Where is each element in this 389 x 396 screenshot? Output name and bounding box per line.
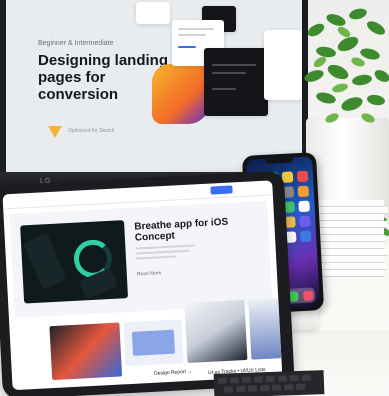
keyboard-key xyxy=(277,375,287,382)
design-report-caption[interactable]: Design Report → xyxy=(154,369,193,377)
description-line xyxy=(135,249,190,255)
keyboard-key xyxy=(224,386,234,393)
phone-notch xyxy=(265,157,294,164)
keyboard-key xyxy=(289,374,299,382)
plant-foliage xyxy=(304,8,389,123)
app-icon xyxy=(296,170,309,183)
mockup-text-line xyxy=(212,88,236,90)
breathe-app-artwork xyxy=(20,220,129,304)
tablet-keyboard xyxy=(213,370,325,396)
app-icon xyxy=(299,230,312,243)
course-level-label: Beginner & Intermediate xyxy=(38,40,114,47)
sketch-caption: Optimized for Sketch xyxy=(68,128,115,134)
keyboard-key xyxy=(272,384,282,391)
gallery-thumbnail[interactable] xyxy=(123,319,184,367)
app-icon xyxy=(297,185,310,198)
gallery-thumbnail[interactable] xyxy=(184,299,248,364)
app-icon xyxy=(299,215,311,228)
keyboard-key xyxy=(241,376,251,383)
phone-mockup-shape xyxy=(23,233,67,290)
tablet-screen: Breathe app for iOS Concept Read More De… xyxy=(2,180,283,391)
keyboard-key xyxy=(229,377,239,384)
app-icon xyxy=(298,200,310,213)
keyboard-key xyxy=(260,384,270,392)
music-app-icon xyxy=(302,290,314,301)
gallery-thumbnail[interactable] xyxy=(248,298,282,360)
mockup-card-top xyxy=(136,2,170,24)
gallery-thumbnail[interactable] xyxy=(49,322,123,381)
keyboard-key xyxy=(265,375,275,383)
monitor-screen: Beginner & Intermediate Designing landin… xyxy=(6,0,302,172)
mockup-text-line xyxy=(178,28,214,30)
description-line xyxy=(135,244,196,250)
nav-cta-button[interactable] xyxy=(210,185,233,195)
mockup-text-line xyxy=(178,46,196,48)
tablet: Breathe app for iOS Concept Read More De… xyxy=(0,170,295,396)
thumbnail-graphic xyxy=(131,329,176,356)
mockup-text-line xyxy=(212,64,256,66)
mockup-text-line xyxy=(178,34,206,36)
keyboard-key xyxy=(236,385,246,393)
keyboard-key xyxy=(284,384,294,391)
article-description xyxy=(135,242,198,263)
mockup-text-line xyxy=(212,72,246,74)
keyboard-key xyxy=(253,376,263,383)
mockup-card-dark-large xyxy=(204,48,268,116)
keyboard-key xyxy=(248,385,258,392)
desk-scene: Beginner & Intermediate Designing landin… xyxy=(0,0,389,396)
sketch-logo-icon xyxy=(48,126,62,138)
keyboard-key xyxy=(296,383,306,391)
description-line xyxy=(135,255,176,260)
keyboard-key xyxy=(301,374,311,381)
gradient-blob-illustration xyxy=(152,64,210,124)
read-more-link[interactable]: Read More xyxy=(137,270,162,277)
keyboard-key xyxy=(217,377,227,384)
